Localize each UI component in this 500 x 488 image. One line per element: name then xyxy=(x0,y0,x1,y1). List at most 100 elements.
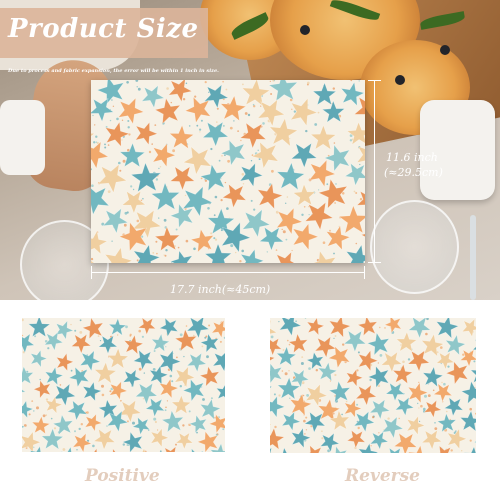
speckle-dot xyxy=(288,370,290,372)
starfish-icon xyxy=(191,448,204,452)
starfish-icon xyxy=(395,397,415,416)
starfish-icon xyxy=(98,335,118,354)
speckle-dot xyxy=(170,101,172,104)
starfish-icon xyxy=(288,333,308,354)
speckle-dot xyxy=(53,427,57,430)
speckle-dot xyxy=(121,119,124,121)
starfish-icon xyxy=(281,411,301,431)
speckle-dot xyxy=(269,80,271,82)
speckle-dot xyxy=(135,80,139,82)
starfish-icon xyxy=(102,208,129,234)
speckle-dot xyxy=(304,318,307,319)
placemat-main xyxy=(91,80,365,263)
speckle-dot xyxy=(237,130,240,132)
starfish-icon xyxy=(112,448,124,452)
speckle-dot xyxy=(305,129,308,133)
height-label-cm: (≈29.5cm) xyxy=(384,166,443,179)
speckle-dot xyxy=(112,105,115,107)
speckle-dot xyxy=(288,343,291,346)
speckle-dot xyxy=(341,413,343,416)
speckle-dot xyxy=(122,443,126,446)
speckle-dot xyxy=(185,239,189,243)
speckle-dot xyxy=(250,160,253,162)
starfish-icon xyxy=(328,381,351,403)
speckle-dot xyxy=(210,232,213,235)
speckle-dot xyxy=(291,249,293,252)
starfish-icon xyxy=(389,447,401,453)
speckle-dot xyxy=(359,198,363,201)
starfish-icon xyxy=(279,318,302,336)
speckle-dot xyxy=(206,355,209,359)
speckle-dot xyxy=(107,144,110,146)
speckle-dot xyxy=(424,394,427,398)
speckle-dot xyxy=(441,381,443,384)
speckle-dot xyxy=(137,87,141,91)
drinking-glass xyxy=(370,200,459,294)
speckle-dot xyxy=(307,81,310,85)
starfish-icon xyxy=(30,349,48,368)
speckle-dot xyxy=(205,335,208,338)
speckle-dot xyxy=(28,413,31,416)
speckle-dot xyxy=(358,80,360,82)
starfish-icon xyxy=(343,330,367,352)
speckle-dot xyxy=(239,260,242,263)
starfish-icon xyxy=(169,124,194,149)
speckle-dot xyxy=(216,121,218,123)
speckle-dot xyxy=(111,99,113,101)
speckle-dot xyxy=(372,416,375,419)
starfish-icon xyxy=(270,447,272,453)
starfish-icon xyxy=(358,443,379,453)
speckle-dot xyxy=(172,149,175,153)
starfish-icon xyxy=(175,432,194,450)
starfish-icon xyxy=(121,190,146,214)
starfish-icon xyxy=(314,336,337,358)
speckle-dot xyxy=(47,347,50,350)
speckle-dot xyxy=(200,177,203,180)
speckle-dot xyxy=(379,354,383,357)
starfish-icon xyxy=(33,380,51,399)
speckle-dot xyxy=(95,135,98,138)
starfish-icon xyxy=(216,384,225,399)
speckle-dot xyxy=(126,211,129,214)
speckle-dot xyxy=(295,320,297,322)
starfish-icon xyxy=(270,363,283,384)
starfish-icon xyxy=(423,400,442,418)
starfish-icon xyxy=(91,249,95,263)
starfish-icon xyxy=(251,141,279,169)
starfish-icon xyxy=(459,410,476,432)
speckle-dot xyxy=(70,369,73,372)
speckle-dot xyxy=(99,340,102,342)
starfish-icon xyxy=(82,381,102,402)
starfish-icon xyxy=(329,318,351,338)
height-dimension-tick xyxy=(368,262,381,263)
speckle-dot xyxy=(199,131,201,133)
speckle-dot xyxy=(242,183,245,185)
speckle-dot xyxy=(121,139,123,141)
speckle-dot xyxy=(33,410,35,412)
speckle-dot xyxy=(136,86,138,88)
starfish-icon xyxy=(145,397,165,417)
starfish-icon xyxy=(346,244,365,263)
speckle-dot xyxy=(122,159,126,163)
starfish-icon xyxy=(197,431,218,452)
speckle-dot xyxy=(158,217,160,219)
cup xyxy=(420,100,495,200)
speckle-dot xyxy=(359,163,361,166)
speckle-dot xyxy=(109,119,112,122)
speckle-dot xyxy=(257,149,259,151)
speckle-dot xyxy=(184,194,187,197)
speckle-dot xyxy=(275,249,278,251)
starfish-icon xyxy=(447,428,467,450)
speckle-dot xyxy=(151,143,153,145)
speckle-dot xyxy=(163,254,165,256)
starfish-icon xyxy=(161,410,184,433)
speckle-dot xyxy=(450,449,453,452)
starfish-icon xyxy=(171,395,192,414)
speckle-dot xyxy=(31,400,34,402)
speckle-dot xyxy=(222,80,224,83)
speckle-dot xyxy=(45,414,48,417)
speckle-dot xyxy=(163,218,167,222)
speckle-dot xyxy=(270,335,274,339)
starfish-icon xyxy=(122,431,143,452)
speckle-dot xyxy=(378,432,380,434)
